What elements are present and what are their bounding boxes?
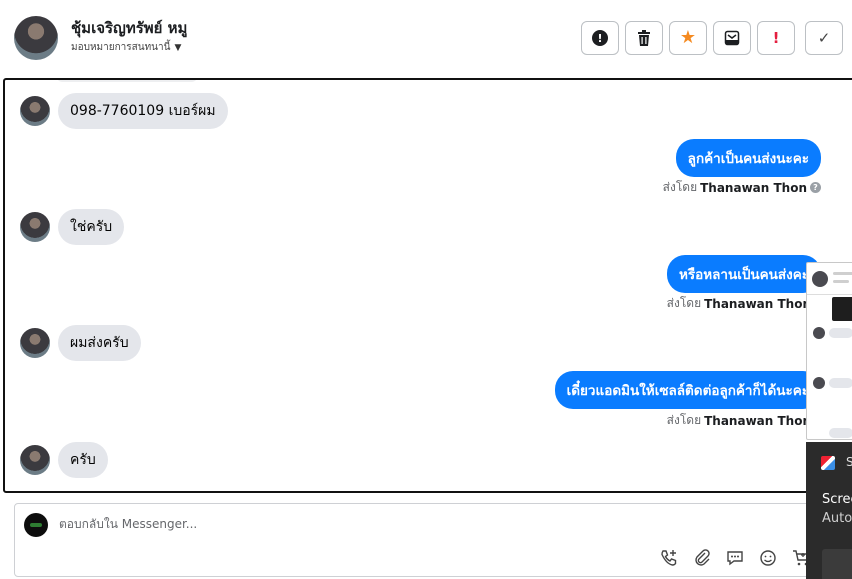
incoming-message: 098-7760109 เบอร์ผม [20, 93, 228, 129]
sender-name: Thanawan Thon [700, 180, 807, 195]
reply-input[interactable] [59, 517, 559, 531]
contact-avatar [20, 96, 50, 126]
contact-avatar [20, 328, 50, 358]
message-bubble[interactable]: ใช่ครับ [58, 209, 125, 245]
snipping-tool-icon [821, 456, 835, 470]
incoming-message: ครับ [20, 442, 108, 478]
sent-by-prefix: ส่งโดย [662, 180, 698, 194]
mark-important-button[interactable]: ! [757, 21, 795, 55]
outgoing-message-bubble[interactable]: ลูกค้าเป็นคนส่งนะคะ [675, 139, 821, 177]
notification-app-name: S [846, 455, 852, 469]
notification-title: Scree [822, 492, 852, 507]
move-to-inbox-button[interactable] [713, 21, 751, 55]
message-bubble[interactable]: 098-7760109 เบอร์ผม [58, 93, 228, 129]
sender-name: Thanawan Thon [704, 296, 811, 311]
thumbnail-text [833, 280, 849, 283]
assign-label: มอบหมายการสนทนานี้ [71, 42, 171, 53]
contact-name[interactable]: ชุ้มเจริญทรัพย์ หมู [71, 16, 187, 40]
outgoing-message-bubble[interactable]: เดี๋ยวแอดมินให้เซลล์ติดต่อลูกค้าก็ได้นะค… [554, 371, 821, 409]
conversation-header: ชุ้มเจริญทรัพย์ หมู มอบหมายการสนทนานี้ ▼… [0, 0, 852, 78]
contact-avatar[interactable] [14, 16, 58, 60]
contact-avatar [20, 445, 50, 475]
sent-by-label: ส่งโดย Thanawan Thon [667, 294, 811, 313]
mark-done-button[interactable]: ✓ [805, 21, 843, 55]
screenshot-thumbnail[interactable] [806, 262, 852, 440]
thumbnail-text [833, 272, 852, 275]
thumbnail-bubble [829, 428, 852, 438]
trash-icon [638, 30, 650, 46]
thumbnail-avatar [813, 377, 825, 389]
incoming-message: ผมส่งครับ [20, 325, 141, 361]
caret-down-icon: ▼ [174, 42, 182, 53]
partial-message-bubble [57, 80, 197, 82]
question-circle-icon[interactable]: ? [810, 182, 821, 193]
attachment-icon[interactable] [692, 548, 712, 568]
message-thread[interactable]: 098-7760109 เบอร์ผม ลูกค้าเป็นคนส่งนะคะ … [3, 78, 852, 493]
composer-toolbar [659, 548, 811, 568]
delete-button[interactable] [625, 21, 663, 55]
thumbnail-image [832, 297, 852, 321]
sent-by-prefix: ส่งโดย [666, 413, 702, 427]
assign-conversation-dropdown[interactable]: มอบหมายการสนทนานี้ ▼ [71, 40, 181, 55]
screenshot-overlay: S Scree Auto [806, 262, 852, 579]
mark-spam-button[interactable]: ! [581, 21, 619, 55]
star-button[interactable]: ★ [669, 21, 707, 55]
saved-reply-icon[interactable] [725, 548, 745, 568]
thumbnail-bubble [829, 378, 852, 388]
notification-action-button[interactable] [822, 549, 852, 579]
sender-name: Thanawan Thon [704, 413, 811, 428]
emoji-icon[interactable] [758, 548, 778, 568]
thumbnail-header [807, 263, 852, 295]
thumbnail-avatar [812, 271, 828, 287]
star-icon: ★ [679, 27, 697, 48]
sent-by-label: ส่งโดย Thanawan Thon ? [663, 178, 821, 197]
alert-circle-icon: ! [592, 30, 608, 46]
message-bubble[interactable]: ผมส่งครับ [58, 325, 141, 361]
header-action-bar: ! ★ ! ✓ [581, 21, 843, 55]
message-bubble[interactable]: ครับ [58, 442, 108, 478]
notification-subtitle: Auto [822, 511, 852, 526]
check-icon: ✓ [817, 28, 831, 47]
sent-by-prefix: ส่งโดย [666, 296, 702, 310]
page-avatar [24, 513, 48, 537]
phone-add-icon[interactable] [659, 548, 679, 568]
thumbnail-avatar [813, 327, 825, 339]
reply-composer [14, 503, 834, 577]
outgoing-message-bubble[interactable]: หรือหลานเป็นคนส่งคะ [666, 255, 821, 293]
contact-avatar [20, 212, 50, 242]
inbox-icon [724, 30, 740, 46]
messenger-inbox-view: ชุ้มเจริญทรัพย์ หมู มอบหมายการสนทนานี้ ▼… [0, 0, 852, 579]
sent-by-label: ส่งโดย Thanawan Thon [667, 411, 811, 430]
thumbnail-bubble [829, 328, 852, 338]
incoming-message: ใช่ครับ [20, 209, 125, 245]
snipping-tool-notification[interactable]: S Scree Auto [806, 442, 852, 579]
exclamation-icon: ! [772, 28, 780, 47]
